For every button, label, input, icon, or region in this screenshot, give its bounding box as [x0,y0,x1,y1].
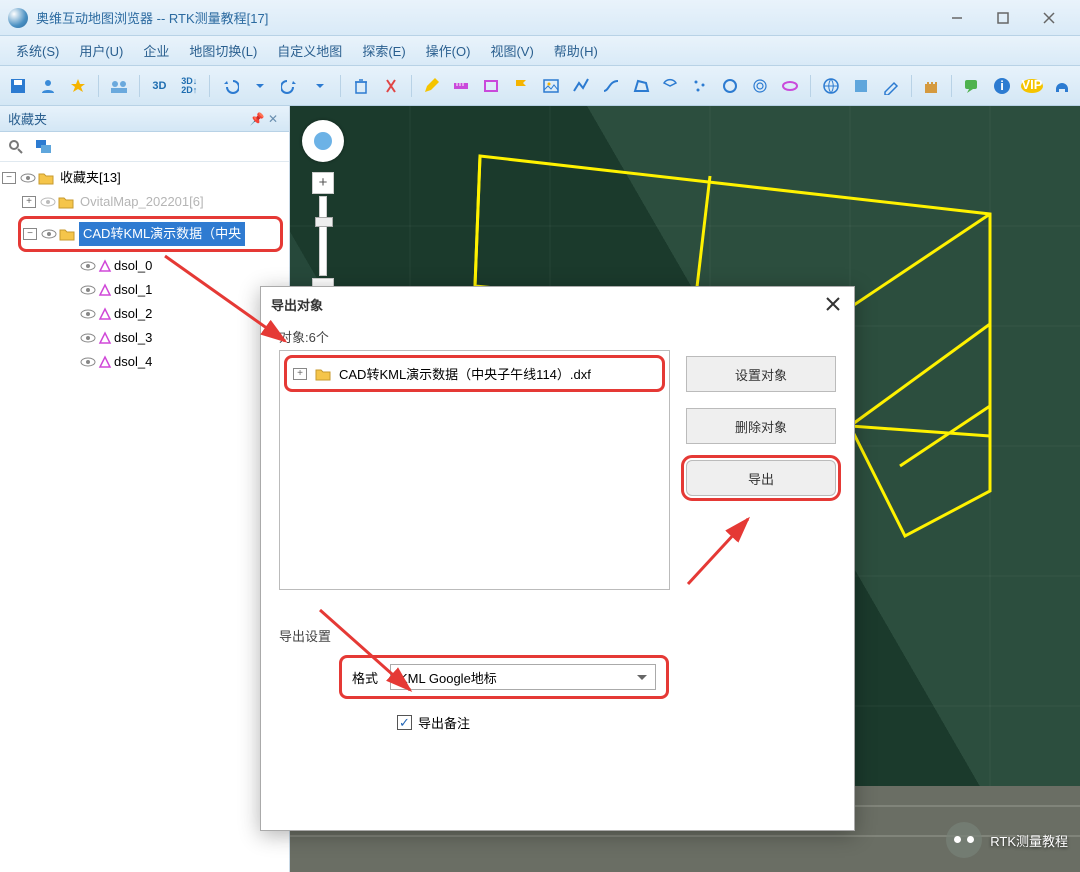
redo-icon[interactable] [276,72,304,100]
compass-icon[interactable] [302,120,344,162]
redo-dropdown-icon[interactable] [306,72,334,100]
zoom-in-button[interactable]: + [312,172,334,194]
sidebar: 收藏夹 📌 ✕ − 收藏夹[13] + OvitalMap_202201[6] [0,106,290,872]
undo-icon[interactable] [216,72,244,100]
export-button[interactable]: 导出 [686,460,836,496]
polyline-icon[interactable] [567,72,595,100]
favorites-tree[interactable]: − 收藏夹[13] + OvitalMap_202201[6] − CAD转KM… [0,162,289,378]
tree-child[interactable]: dsol_0 [2,254,287,278]
wechat-icon [946,822,982,858]
info-icon[interactable]: i [988,72,1016,100]
map-nav-control[interactable]: + − [302,120,344,300]
format-select[interactable]: KML Google地标 [390,664,656,690]
3d-icon[interactable]: 3D [146,72,174,100]
set-object-button[interactable]: 设置对象 [686,356,836,392]
tree-node-cadkml[interactable]: − CAD转KML演示数据（中央 [18,216,283,252]
undo-dropdown-icon[interactable] [246,72,274,100]
zoom-slider[interactable] [319,196,327,276]
minimize-button[interactable] [934,4,980,32]
trash-icon[interactable] [347,72,375,100]
menu-system[interactable]: 系统(S) [6,37,69,64]
watermark: RTK测量教程 [946,822,1068,858]
object-list-item[interactable]: + CAD转KML演示数据（中央子午线114）.dxf [291,362,658,385]
star-icon[interactable] [64,72,92,100]
chat-icon[interactable] [958,72,986,100]
export-remark-checkbox[interactable]: ✓ [397,715,412,730]
object-item-label: CAD转KML演示数据（中央子午线114）.dxf [339,364,591,383]
sidebar-title: 收藏夹 [8,109,47,128]
pencil-icon[interactable] [418,72,446,100]
menu-user[interactable]: 用户(U) [69,37,133,64]
vip-icon[interactable]: VIP [1018,72,1046,100]
window-title: 奥维互动地图浏览器 -- RTK测量教程[17] [36,8,934,27]
titlebar: 奥维互动地图浏览器 -- RTK测量教程[17] [0,0,1080,36]
polygon-icon[interactable] [627,72,655,100]
castle-icon[interactable] [918,72,946,100]
toolbar: 3D 3D↓ 2D↑ i VIP [0,66,1080,106]
export-settings-label: 导出设置 [279,626,836,645]
menu-explore[interactable]: 探索(E) [352,37,415,64]
rectangle-icon[interactable] [477,72,505,100]
circle-double-icon[interactable] [746,72,774,100]
conflict-icon[interactable] [377,72,405,100]
export-dialog: 导出对象 对象:6个 + CAD转KML演示数据（中央子午线114）.dxf 设… [260,286,855,831]
watermark-text: RTK测量教程 [990,831,1068,850]
sector-icon[interactable] [657,72,685,100]
circle-o-icon[interactable] [716,72,744,100]
group-icon[interactable] [105,72,133,100]
menu-custommap[interactable]: 自定义地图 [267,37,352,64]
sidebar-toolbar [0,132,289,162]
globe-icon[interactable] [817,72,845,100]
tree-child[interactable]: dsol_2 [2,302,287,326]
format-label: 格式 [352,668,378,687]
delete-object-button[interactable]: 删除对象 [686,408,836,444]
user-icon[interactable] [34,72,62,100]
menu-help[interactable]: 帮助(H) [544,37,608,64]
menu-enterprise[interactable]: 企业 [133,37,179,64]
menu-operate[interactable]: 操作(O) [416,37,481,64]
search-icon[interactable] [6,137,26,157]
tree-node-label: OvitalMap_202201[6] [78,191,206,213]
flag-icon[interactable] [507,72,535,100]
object-count-label: 对象:6个 [279,327,836,346]
points-icon[interactable] [686,72,714,100]
box-icon[interactable] [847,72,875,100]
ruler-icon[interactable] [447,72,475,100]
menu-view[interactable]: 视图(V) [480,37,543,64]
object-list[interactable]: + CAD转KML演示数据（中央子午线114）.dxf [279,350,670,590]
menubar: 系统(S) 用户(U) 企业 地图切换(L) 自定义地图 探索(E) 操作(O)… [0,36,1080,66]
tree-node-sel-label: CAD转KML演示数据（中央 [79,222,245,246]
edit-icon[interactable] [877,72,905,100]
svg-text:i: i [1000,78,1004,93]
pin-icon[interactable]: 📌 [249,112,265,126]
maximize-button[interactable] [980,4,1026,32]
sidebar-header: 收藏夹 📌 ✕ [0,106,289,132]
stack-icon[interactable] [34,137,54,157]
3d2d-icon[interactable]: 3D↓ 2D↑ [175,72,203,100]
close-button[interactable] [1026,4,1072,32]
headset-icon[interactable] [1048,72,1076,100]
dialog-title: 导出对象 [271,295,323,314]
app-icon [8,8,28,28]
svg-text:VIP: VIP [1022,77,1043,92]
format-value: KML Google地标 [399,668,497,687]
tree-root[interactable]: − 收藏夹[13] [2,166,287,190]
curve-icon[interactable] [597,72,625,100]
tree-root-label: 收藏夹[13] [58,167,123,189]
menu-mapswitch[interactable]: 地图切换(L) [179,37,267,64]
picture-icon[interactable] [537,72,565,100]
tree-child[interactable]: dsol_3 [2,326,287,350]
save-icon[interactable] [4,72,32,100]
tree-node-ovitalmap[interactable]: + OvitalMap_202201[6] [2,190,287,214]
tree-child[interactable]: dsol_4 [2,350,287,374]
sidebar-close-icon[interactable]: ✕ [265,112,281,126]
ellipse-icon[interactable] [776,72,804,100]
export-remark-label: 导出备注 [418,713,470,732]
dialog-close-button[interactable] [822,293,844,315]
tree-child[interactable]: dsol_1 [2,278,287,302]
